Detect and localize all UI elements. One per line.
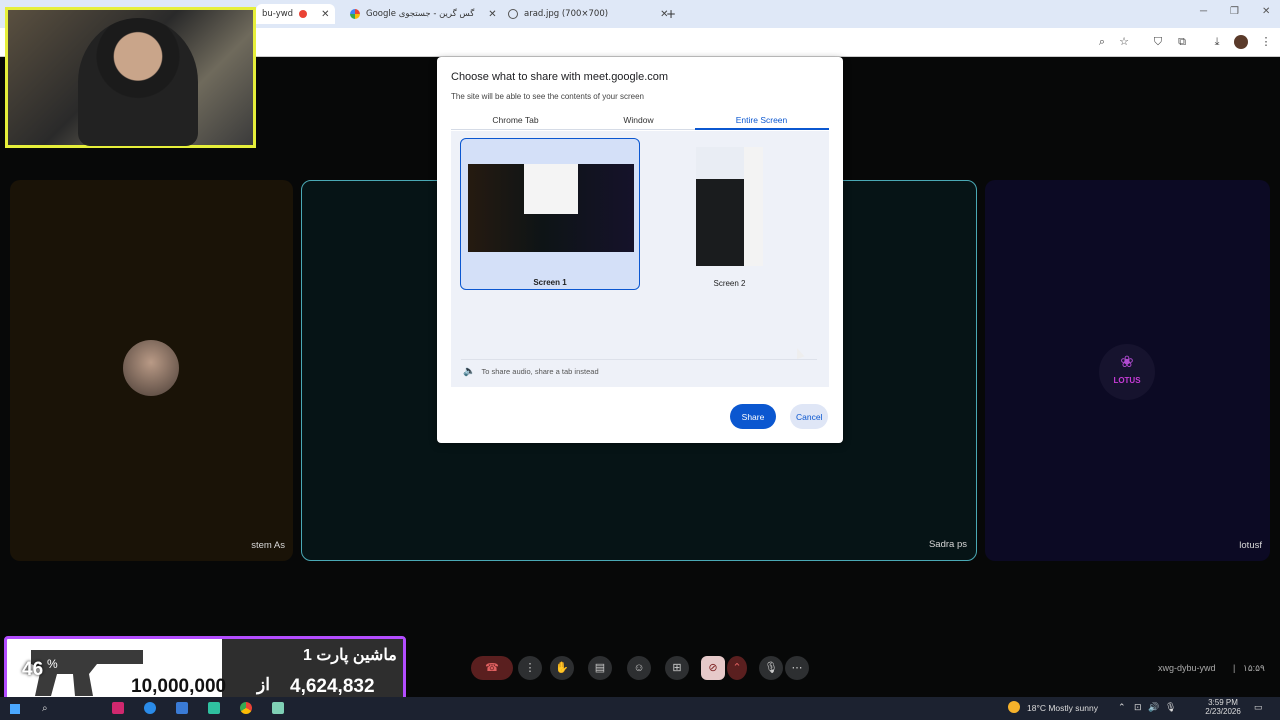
extensions-icon[interactable]: ⧉ xyxy=(1175,35,1189,49)
tab-entire-screen[interactable]: Entire Screen xyxy=(700,115,823,125)
participant-name: lotusf xyxy=(1239,540,1262,551)
mic-tray-icon[interactable]: 🎙 xyxy=(1165,702,1176,713)
participant-tile-3: LOTUS ❀ lotusf xyxy=(985,180,1270,561)
search-icon[interactable]: ⌕ xyxy=(42,703,48,714)
tab-meet[interactable]: bu-ywd ✕ xyxy=(256,4,336,24)
weather-text[interactable]: 18°C Mostly sunny xyxy=(1027,703,1098,713)
close-tab-icon[interactable]: ✕ xyxy=(488,9,496,20)
bookmark-star-icon[interactable]: ☆ xyxy=(1117,35,1131,49)
tab-window[interactable]: Window xyxy=(577,115,700,125)
microphone-icon[interactable]: 🎙 xyxy=(759,656,783,680)
profile-avatar[interactable] xyxy=(1234,35,1248,49)
zoom-icon[interactable]: ⌕ xyxy=(1095,35,1109,49)
close-window-icon[interactable]: ✕ xyxy=(1262,6,1270,17)
more-options-icon[interactable]: ⋮ xyxy=(518,656,542,680)
google-icon xyxy=(350,9,360,19)
share-button[interactable]: Share xyxy=(730,404,776,429)
tab-image[interactable]: arad.jpg (700×700) ✕ xyxy=(508,4,668,24)
tab-google-search[interactable]: Google گس گرین - جستجوی ✕ xyxy=(350,4,497,24)
camera-off-icon[interactable]: ⊘ xyxy=(701,656,725,680)
screen-2-option[interactable] xyxy=(696,147,763,266)
tab-chrome-tab[interactable]: Chrome Tab xyxy=(454,115,577,125)
screen-1-label: Screen 1 xyxy=(533,278,567,287)
cancel-button[interactable]: Cancel xyxy=(790,404,828,429)
goal-from-label: از xyxy=(257,675,270,694)
tab-meet-label: bu-ywd xyxy=(262,9,294,19)
app-icon[interactable] xyxy=(112,702,124,714)
screen-1-thumbnail xyxy=(468,164,634,252)
avatar xyxy=(123,340,179,396)
audio-divider xyxy=(461,359,817,360)
leave-call-button[interactable]: ☎ xyxy=(471,656,513,680)
goal-percent: 46 xyxy=(22,659,44,680)
participant-tile-1: stem As xyxy=(10,180,293,561)
start-icon[interactable] xyxy=(10,704,20,714)
download-icon[interactable]: ⤓ xyxy=(1210,35,1224,49)
lotus-logo: LOTUS ❀ xyxy=(1099,344,1155,400)
goal-title: ماشین پارت 1 xyxy=(303,647,397,664)
meeting-clock: ۱۵:۵۹ xyxy=(1243,663,1265,673)
screen-picker-panel: Screen 1 Screen 2 🔈 To share audio, shar… xyxy=(451,131,829,387)
meeting-code: xwg-dybu-ywd xyxy=(1158,663,1216,673)
captions-icon[interactable]: ▤ xyxy=(588,656,612,680)
dialog-title: Choose what to share with meet.google.co… xyxy=(451,71,669,83)
minimize-icon[interactable]: ─ xyxy=(1200,6,1207,17)
share-screen-dialog: Choose what to share with meet.google.co… xyxy=(437,57,843,443)
donation-goal-overlay: 46 % ماشین پارت 1 10,000,000 از 4,624,83… xyxy=(4,636,406,705)
tab-google-search-label: Google گس گرین - جستجوی xyxy=(366,9,475,19)
tray-chevron-icon[interactable]: ⌃ xyxy=(1118,702,1126,713)
goal-total: 10,000,000 xyxy=(131,676,227,697)
speaker-icon: 🔈 xyxy=(463,366,476,377)
camera-options-chevron-icon[interactable]: ⌃ xyxy=(727,656,747,680)
tab-selected-indicator xyxy=(695,128,829,130)
goal-current: 4,624,832 xyxy=(290,676,375,697)
maximize-icon[interactable]: ❐ xyxy=(1230,6,1239,17)
audio-hint-text: To share audio, share a tab instead xyxy=(481,367,599,376)
volume-icon[interactable]: 🔊 xyxy=(1148,702,1159,713)
shield-icon[interactable]: ⛉ xyxy=(1151,35,1165,49)
present-icon[interactable]: ⊞ xyxy=(665,656,689,680)
weather-icon xyxy=(1008,701,1020,713)
globe-icon xyxy=(508,9,518,19)
percent-sign: % xyxy=(47,657,58,671)
recording-icon xyxy=(299,10,308,18)
mic-options-icon[interactable]: ⋯ xyxy=(785,656,809,680)
gun-icon xyxy=(31,650,143,696)
meeting-divider: | xyxy=(1233,663,1236,673)
app-icon[interactable] xyxy=(208,702,220,714)
notification-icon[interactable]: ▭ xyxy=(1254,702,1263,713)
menu-kebab-icon[interactable]: ⋮ xyxy=(1259,35,1273,49)
edge-icon[interactable] xyxy=(144,702,156,714)
screen-1-option[interactable]: Screen 1 xyxy=(460,138,640,290)
taskbar-clock[interactable]: 3:59 PM 2/23/2026 xyxy=(1203,698,1243,716)
streamer-video xyxy=(78,18,198,146)
participant-name: stem As xyxy=(251,540,285,551)
tab-image-label: arad.jpg (700×700) xyxy=(524,9,609,19)
network-icon[interactable]: ⊡ xyxy=(1134,702,1142,713)
app-icon[interactable] xyxy=(176,702,188,714)
participant-name: Sadra ps xyxy=(928,539,967,550)
lotus-icon: ❀ xyxy=(1120,354,1134,371)
webcam-overlay xyxy=(5,7,256,148)
audio-hint: 🔈 To share audio, share a tab instead xyxy=(463,366,599,377)
screen-2-label: Screen 2 xyxy=(713,279,746,288)
emoji-icon[interactable]: ☺ xyxy=(627,656,651,680)
chrome-icon[interactable] xyxy=(240,702,252,714)
close-tab-icon[interactable]: ✕ xyxy=(321,9,329,20)
dialog-subtitle: The site will be able to see the content… xyxy=(451,92,644,101)
raise-hand-icon[interactable]: ✋ xyxy=(550,656,574,680)
new-tab-button[interactable]: + xyxy=(666,4,676,24)
app-icon[interactable] xyxy=(272,702,284,714)
